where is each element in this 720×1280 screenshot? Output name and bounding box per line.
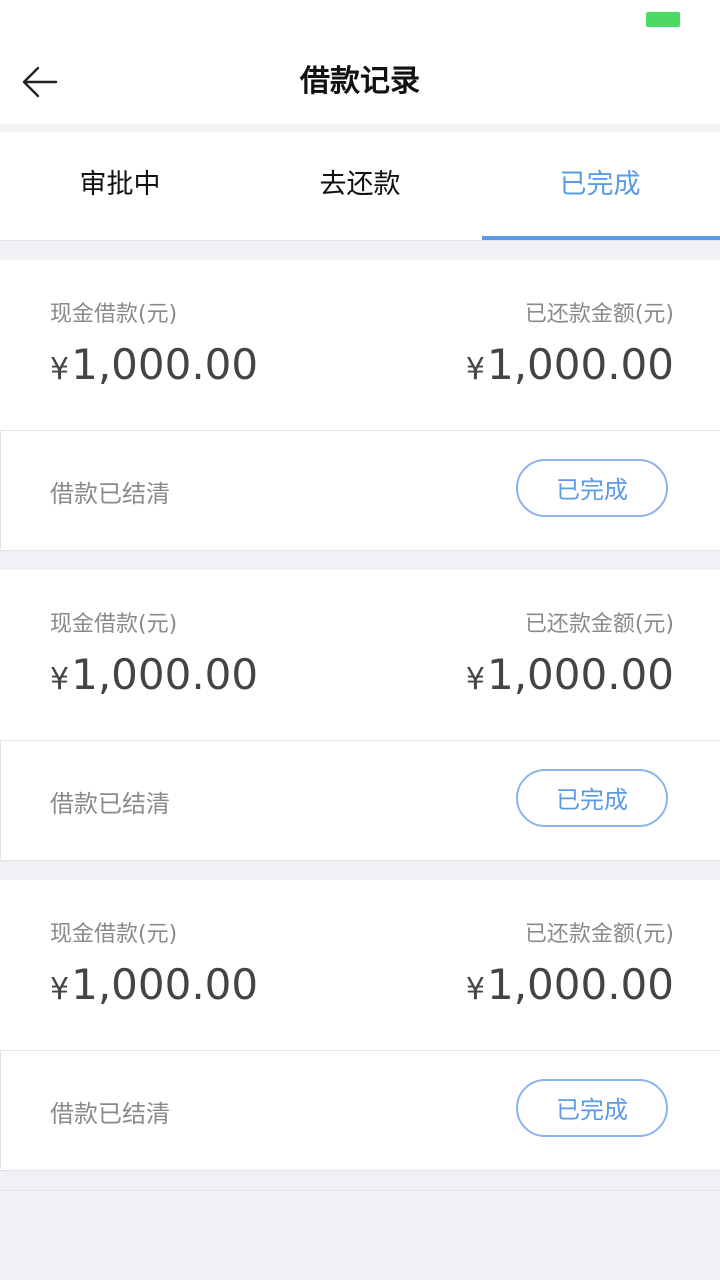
currency-symbol: ¥ [50, 352, 70, 387]
repaid-amount: ¥1,000.00 [466, 340, 674, 389]
completed-button[interactable]: 已完成 [516, 1079, 668, 1137]
loan-amount: ¥1,000.00 [50, 650, 258, 699]
loan-status-text: 借款已结清 [50, 480, 170, 508]
loan-amount-value: 1,000.00 [71, 960, 259, 1009]
card-edge [0, 431, 1, 549]
loan-amount-label: 现金借款(元) [50, 612, 178, 637]
loan-amount-value: 1,000.00 [71, 340, 259, 389]
loan-record-card: 现金借款(元) 已还款金额(元) ¥1,000.00 ¥1,000.00 借款已… [0, 570, 720, 861]
loan-status-text: 借款已结清 [50, 790, 170, 818]
tab-bar: 审批中 去还款 已完成 [0, 132, 720, 241]
repaid-amount-value: 1,000.00 [486, 650, 674, 699]
currency-symbol: ¥ [465, 972, 485, 1007]
card-divider [0, 430, 720, 431]
completed-button[interactable]: 已完成 [516, 459, 668, 517]
back-button[interactable] [16, 60, 64, 104]
arrow-left-icon [22, 66, 58, 98]
currency-symbol: ¥ [50, 972, 70, 1007]
loan-status-text: 借款已结清 [50, 1100, 170, 1128]
card-edge [0, 1051, 1, 1169]
page-title: 借款记录 [300, 64, 420, 99]
card-edge [0, 741, 1, 859]
repaid-amount-value: 1,000.00 [486, 960, 674, 1009]
active-tab-indicator [482, 236, 720, 240]
currency-symbol: ¥ [465, 662, 485, 697]
loan-amount: ¥1,000.00 [50, 960, 258, 1009]
card-divider [0, 1050, 720, 1051]
loan-amount-value: 1,000.00 [71, 650, 259, 699]
tab-pending-approval[interactable]: 审批中 [0, 132, 240, 238]
repaid-amount: ¥1,000.00 [466, 650, 674, 699]
loan-amount: ¥1,000.00 [50, 340, 258, 389]
repaid-amount-label: 已还款金额(元) [524, 302, 674, 327]
list-bottom-divider [0, 1190, 720, 1191]
currency-symbol: ¥ [465, 352, 485, 387]
repaid-amount-label: 已还款金额(元) [524, 922, 674, 947]
loan-amount-label: 现金借款(元) [50, 302, 178, 327]
tab-completed[interactable]: 已完成 [480, 132, 720, 238]
status-bar [0, 0, 720, 40]
repaid-amount: ¥1,000.00 [466, 960, 674, 1009]
tab-repay[interactable]: 去还款 [240, 132, 480, 238]
battery-icon [646, 12, 680, 27]
loan-record-card: 现金借款(元) 已还款金额(元) ¥1,000.00 ¥1,000.00 借款已… [0, 880, 720, 1171]
currency-symbol: ¥ [50, 662, 70, 697]
repaid-amount-label: 已还款金额(元) [524, 612, 674, 637]
card-divider [0, 740, 720, 741]
loan-record-card: 现金借款(元) 已还款金额(元) ¥1,000.00 ¥1,000.00 借款已… [0, 260, 720, 551]
nav-bar: 借款记录 [0, 40, 720, 124]
loan-amount-label: 现金借款(元) [50, 922, 178, 947]
repaid-amount-value: 1,000.00 [486, 340, 674, 389]
completed-button[interactable]: 已完成 [516, 769, 668, 827]
